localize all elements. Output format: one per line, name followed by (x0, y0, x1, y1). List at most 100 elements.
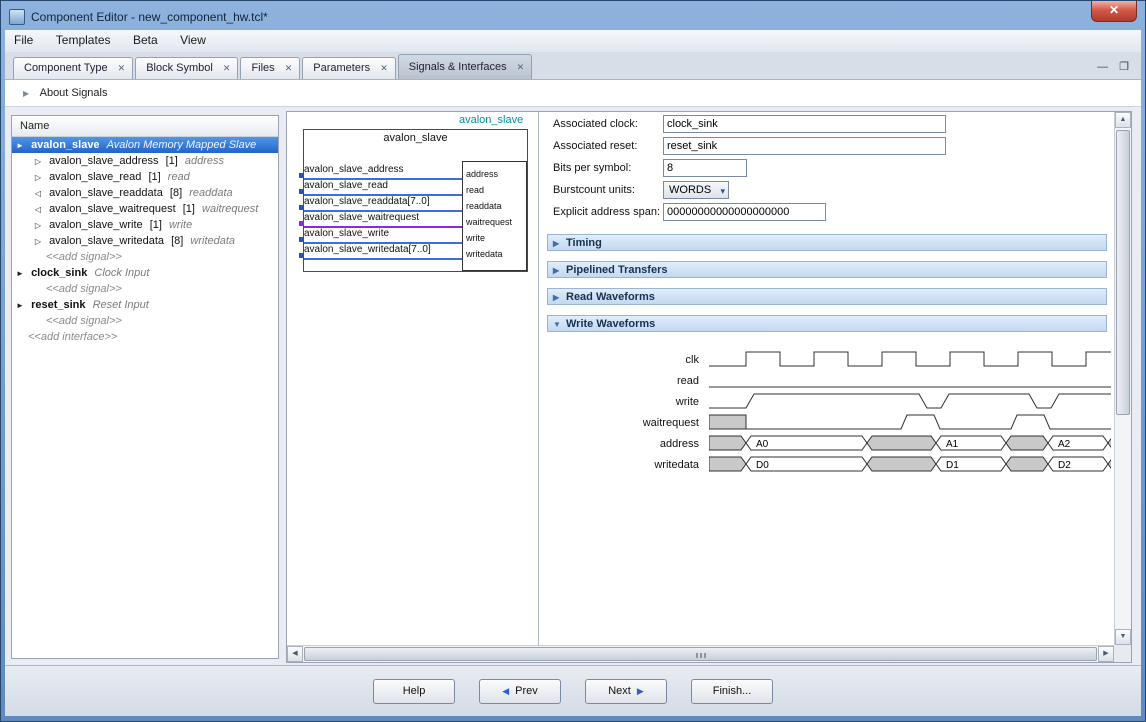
scroll-up-button[interactable]: ▲ (1115, 112, 1131, 128)
minimize-icon[interactable]: — (1097, 61, 1108, 73)
tree-item-avalon-slave-writedata[interactable]: ▷ avalon_slave_writedata [8] writedata (12, 233, 278, 249)
tree-item-avalon-slave-read[interactable]: ▷ avalon_slave_read [1] read (12, 169, 278, 185)
signal-name: avalon_slave_readdata (49, 187, 163, 199)
address-unknown (1108, 436, 1111, 450)
vertical-scrollbar[interactable]: ▲ ▼ (1114, 112, 1131, 645)
menu-file[interactable]: File (5, 30, 42, 50)
signal-name: avalon_slave_waitrequest (49, 203, 176, 215)
explicit-address-span-input[interactable] (663, 203, 826, 221)
tree-item-avalon-slave-readdata[interactable]: ◁ avalon_slave_readdata [8] readdata (12, 185, 278, 201)
tab-label: Files (251, 62, 274, 74)
about-signals-bar[interactable]: ▶ About Signals (5, 80, 1141, 107)
main-panel: avalon_slave avalon_slave avalon_slave_a… (286, 111, 1132, 663)
tab-close-icon[interactable]: ✕ (285, 63, 293, 73)
tab-close-icon[interactable]: ✕ (380, 63, 388, 73)
prev-arrow-icon: ◀ (502, 686, 509, 697)
bits-per-symbol-input[interactable] (663, 159, 747, 177)
collapsed-icon: ▶ (553, 262, 559, 279)
next-arrow-icon: ▶ (637, 686, 644, 697)
wave-label-writedata: writedata (559, 457, 699, 473)
menu-beta[interactable]: Beta (124, 30, 167, 50)
tabstrip: Component Type ✕ Block Symbol ✕ Files ✕ … (5, 52, 1141, 80)
writedata-unknown (1108, 457, 1111, 471)
tree-item-avalon-slave-waitrequest[interactable]: ◁ avalon_slave_waitrequest [1] waitreque… (12, 201, 278, 217)
tab-close-icon[interactable]: ✕ (517, 62, 525, 72)
scroll-left-button[interactable]: ◀ (287, 646, 303, 662)
add-signal-label: <<add signal>> (46, 315, 122, 327)
tab-close-icon[interactable]: ✕ (118, 63, 126, 73)
tab-block-symbol[interactable]: Block Symbol ✕ (135, 57, 238, 79)
scroll-down-button[interactable]: ▼ (1115, 629, 1131, 645)
next-button-label: Next (608, 685, 631, 697)
diagram-port-box: address read readdata waitrequest write … (462, 161, 527, 271)
diagram-port: write (463, 230, 526, 246)
writedata-value: D0 (756, 460, 769, 471)
horizontal-scrollbar[interactable]: ◀ ▶ (287, 645, 1114, 662)
next-button[interactable]: Next ▶ (585, 679, 667, 704)
tree-item-add-signal[interactable]: <<add signal>> (12, 281, 278, 297)
bits-per-symbol-label: Bits per symbol: (553, 159, 631, 177)
tree-item-reset-sink[interactable]: ► reset_sink Reset Input (12, 297, 278, 313)
finish-button[interactable]: Finish... (691, 679, 773, 704)
vertical-scroll-thumb[interactable] (1116, 130, 1130, 415)
writedata-unknown (709, 457, 746, 471)
diagram-signal-readdata: avalon_slave_readdata[7..0] (304, 196, 462, 212)
diagram-port: waitrequest (463, 214, 526, 230)
tab-parameters[interactable]: Parameters ✕ (302, 57, 395, 79)
tree-item-avalon-slave-write[interactable]: ▷ avalon_slave_write [1] write (12, 217, 278, 233)
address-value: A2 (1058, 439, 1071, 450)
collapsed-icon: ▶ (553, 289, 559, 306)
menu-view[interactable]: View (171, 30, 215, 50)
window: Component Editor - new_component_hw.tcl*… (0, 0, 1146, 722)
window-title: Component Editor - new_component_hw.tcl* (31, 10, 268, 24)
section-read-waveforms[interactable]: ▶ Read Waveforms (547, 288, 1107, 305)
section-pipelined-transfers[interactable]: ▶ Pipelined Transfers (547, 261, 1107, 278)
tree-item-avalon-slave[interactable]: ► avalon_slave Avalon Memory Mapped Slav… (12, 137, 278, 153)
interface-icon: ► (12, 298, 28, 313)
diagram-signal-label: avalon_slave_waitrequest (304, 212, 419, 223)
tab-component-type[interactable]: Component Type ✕ (13, 57, 133, 79)
signal-type: write (169, 219, 192, 231)
about-arrow-icon: ▶ (23, 89, 29, 98)
tree-item-add-signal[interactable]: <<add signal>> (12, 249, 278, 265)
signal-width: [8] (170, 187, 182, 199)
burstcount-units-select[interactable]: WORDS ▾ (663, 181, 729, 199)
horizontal-scroll-thumb[interactable] (304, 647, 1097, 661)
scroll-right-icon: ▶ (1103, 650, 1108, 657)
add-signal-label: <<add signal>> (46, 283, 122, 295)
section-label: Timing (566, 237, 602, 249)
address-unknown (709, 436, 746, 450)
float-window-icon[interactable]: ❐ (1119, 61, 1129, 73)
waitrequest-waveform (746, 415, 1111, 429)
scroll-grip (696, 653, 706, 658)
prev-button-label: Prev (515, 685, 538, 697)
section-write-waveforms[interactable]: ▼ Write Waveforms (547, 315, 1107, 332)
tree-item-add-interface[interactable]: <<add interface>> (12, 329, 278, 345)
interface-type: Reset Input (93, 299, 149, 311)
associated-clock-input[interactable] (663, 115, 946, 133)
signal-name: avalon_slave_address (49, 155, 158, 167)
tree-item-clock-sink[interactable]: ► clock_sink Clock Input (12, 265, 278, 281)
associated-reset-input[interactable] (663, 137, 946, 155)
address-unknown (867, 436, 936, 450)
diagram-signal-writedata: avalon_slave_writedata[7..0] (304, 244, 462, 260)
diagram-signal-label: avalon_slave_readdata[7..0] (304, 196, 430, 207)
prev-button[interactable]: ◀ Prev (479, 679, 561, 704)
tree-item-add-signal[interactable]: <<add signal>> (12, 313, 278, 329)
tab-signals-interfaces[interactable]: Signals & Interfaces ✕ (398, 54, 532, 79)
interface-name: avalon_slave (31, 139, 100, 151)
signal-type: writedata (190, 235, 235, 247)
diagram-title: avalon_slave (303, 132, 528, 144)
scroll-right-button[interactable]: ▶ (1098, 646, 1114, 662)
diagram-signal-label: avalon_slave_writedata[7..0] (304, 244, 431, 255)
help-button[interactable]: Help (373, 679, 455, 704)
tree-item-avalon-slave-address[interactable]: ▷ avalon_slave_address [1] address (12, 153, 278, 169)
interface-icon: ► (12, 266, 28, 281)
menu-templates[interactable]: Templates (47, 30, 120, 50)
signal-type: readdata (189, 187, 232, 199)
tab-close-icon[interactable]: ✕ (223, 63, 231, 73)
section-timing[interactable]: ▶ Timing (547, 234, 1107, 251)
tab-files[interactable]: Files ✕ (240, 57, 300, 79)
address-value: A0 (756, 439, 769, 450)
close-button[interactable]: ✕ (1091, 1, 1137, 22)
